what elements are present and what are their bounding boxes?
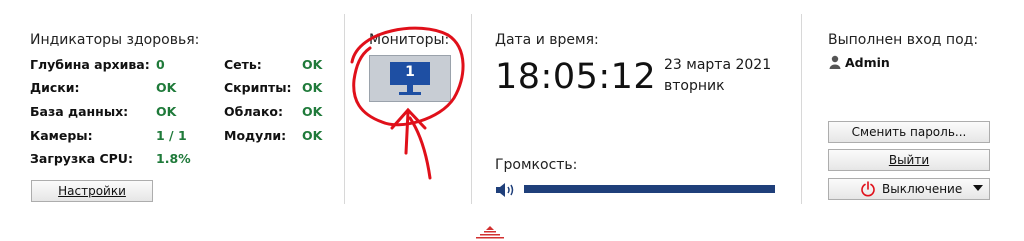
change-password-button[interactable]: Сменить пароль...	[828, 121, 990, 143]
health-value-modules: OK	[302, 128, 323, 143]
divider	[471, 14, 472, 204]
health-value-cpu: 1.8%	[156, 151, 191, 166]
health-label-disks: Диски:	[30, 80, 80, 95]
health-value-archive: 0	[156, 57, 165, 72]
health-label-database: База данных:	[30, 104, 129, 119]
datetime-title: Дата и время:	[495, 32, 599, 48]
logout-button[interactable]: Выйти	[828, 149, 990, 171]
annotation-circle-arrow	[350, 26, 465, 180]
health-value-cameras: 1 / 1	[156, 128, 187, 143]
health-value-disks: OK	[156, 80, 177, 95]
health-value-database: OK	[156, 104, 177, 119]
settings-button-label: Настройки	[58, 184, 126, 198]
volume-slider[interactable]	[524, 185, 775, 193]
clock-date: 23 марта 2021	[664, 57, 772, 73]
health-value-scripts: OK	[302, 80, 323, 95]
clock-time: 18:05:12	[495, 57, 657, 97]
health-label-cloud: Облако:	[224, 104, 284, 119]
health-label-archive: Глубина архива:	[30, 57, 150, 72]
login-title: Выполнен вход под:	[828, 32, 979, 48]
health-label-modules: Модули:	[224, 128, 287, 143]
volume-fill	[524, 185, 775, 193]
settings-button[interactable]: Настройки	[31, 180, 153, 202]
shutdown-label: Выключение	[882, 182, 963, 196]
volume-title: Громкость:	[495, 157, 578, 173]
health-label-cpu: Загрузка CPU:	[30, 151, 133, 166]
current-user: Admin	[845, 55, 890, 70]
power-icon	[861, 181, 875, 197]
divider	[801, 14, 802, 204]
health-title: Индикаторы здоровья:	[30, 32, 200, 48]
health-label-cameras: Камеры:	[30, 128, 93, 143]
change-password-label: Сменить пароль...	[851, 125, 967, 139]
clock-weekday: вторник	[664, 78, 725, 94]
speaker-icon[interactable]	[495, 181, 519, 199]
health-value-network: OK	[302, 57, 323, 72]
collapse-handle-icon[interactable]	[474, 226, 506, 240]
chevron-down-icon[interactable]	[973, 185, 983, 191]
health-label-network: Сеть:	[224, 57, 262, 72]
health-value-cloud: OK	[302, 104, 323, 119]
shutdown-button[interactable]: Выключение	[828, 178, 990, 200]
logout-label: Выйти	[888, 153, 930, 167]
user-icon	[829, 55, 841, 69]
health-label-scripts: Скрипты:	[224, 80, 292, 95]
